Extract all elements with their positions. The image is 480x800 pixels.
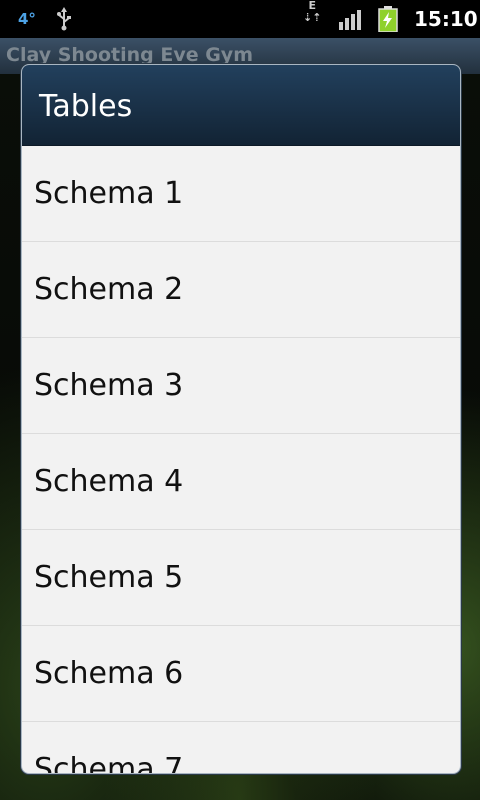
usb-icon <box>56 0 72 38</box>
list-item-schema-5[interactable]: Schema 5 <box>22 530 460 626</box>
network-arrows-icon: ⇣⇡ <box>303 11 322 24</box>
network-type-indicator: E ⇣⇡ <box>303 0 321 38</box>
battery-charging-icon <box>378 0 398 38</box>
temperature-indicator: 4° <box>18 10 36 28</box>
dialog-header: Tables <box>22 65 460 146</box>
tables-dialog: Tables Schema 1 Schema 2 Schema 3 Schema… <box>21 64 461 774</box>
clock: 15:10 <box>414 7 478 31</box>
list-item-schema-2[interactable]: Schema 2 <box>22 242 460 338</box>
dialog-title: Tables <box>39 89 133 124</box>
list-item-schema-4[interactable]: Schema 4 <box>22 434 460 530</box>
status-bar: 4° E ⇣⇡ 15:10 <box>0 0 480 38</box>
list-item-schema-7[interactable]: Schema 7 <box>22 722 460 773</box>
list-item-schema-1[interactable]: Schema 1 <box>22 146 460 242</box>
dialog-list: Schema 1 Schema 2 Schema 3 Schema 4 Sche… <box>22 146 460 773</box>
list-item-schema-6[interactable]: Schema 6 <box>22 626 460 722</box>
signal-icon <box>339 0 365 38</box>
list-item-schema-3[interactable]: Schema 3 <box>22 338 460 434</box>
app-title: Clay Shooting Eve Gym <box>6 44 253 66</box>
screen: 4° E ⇣⇡ 15:10 Clay Shooting Eve Gym Tabl… <box>0 0 480 800</box>
